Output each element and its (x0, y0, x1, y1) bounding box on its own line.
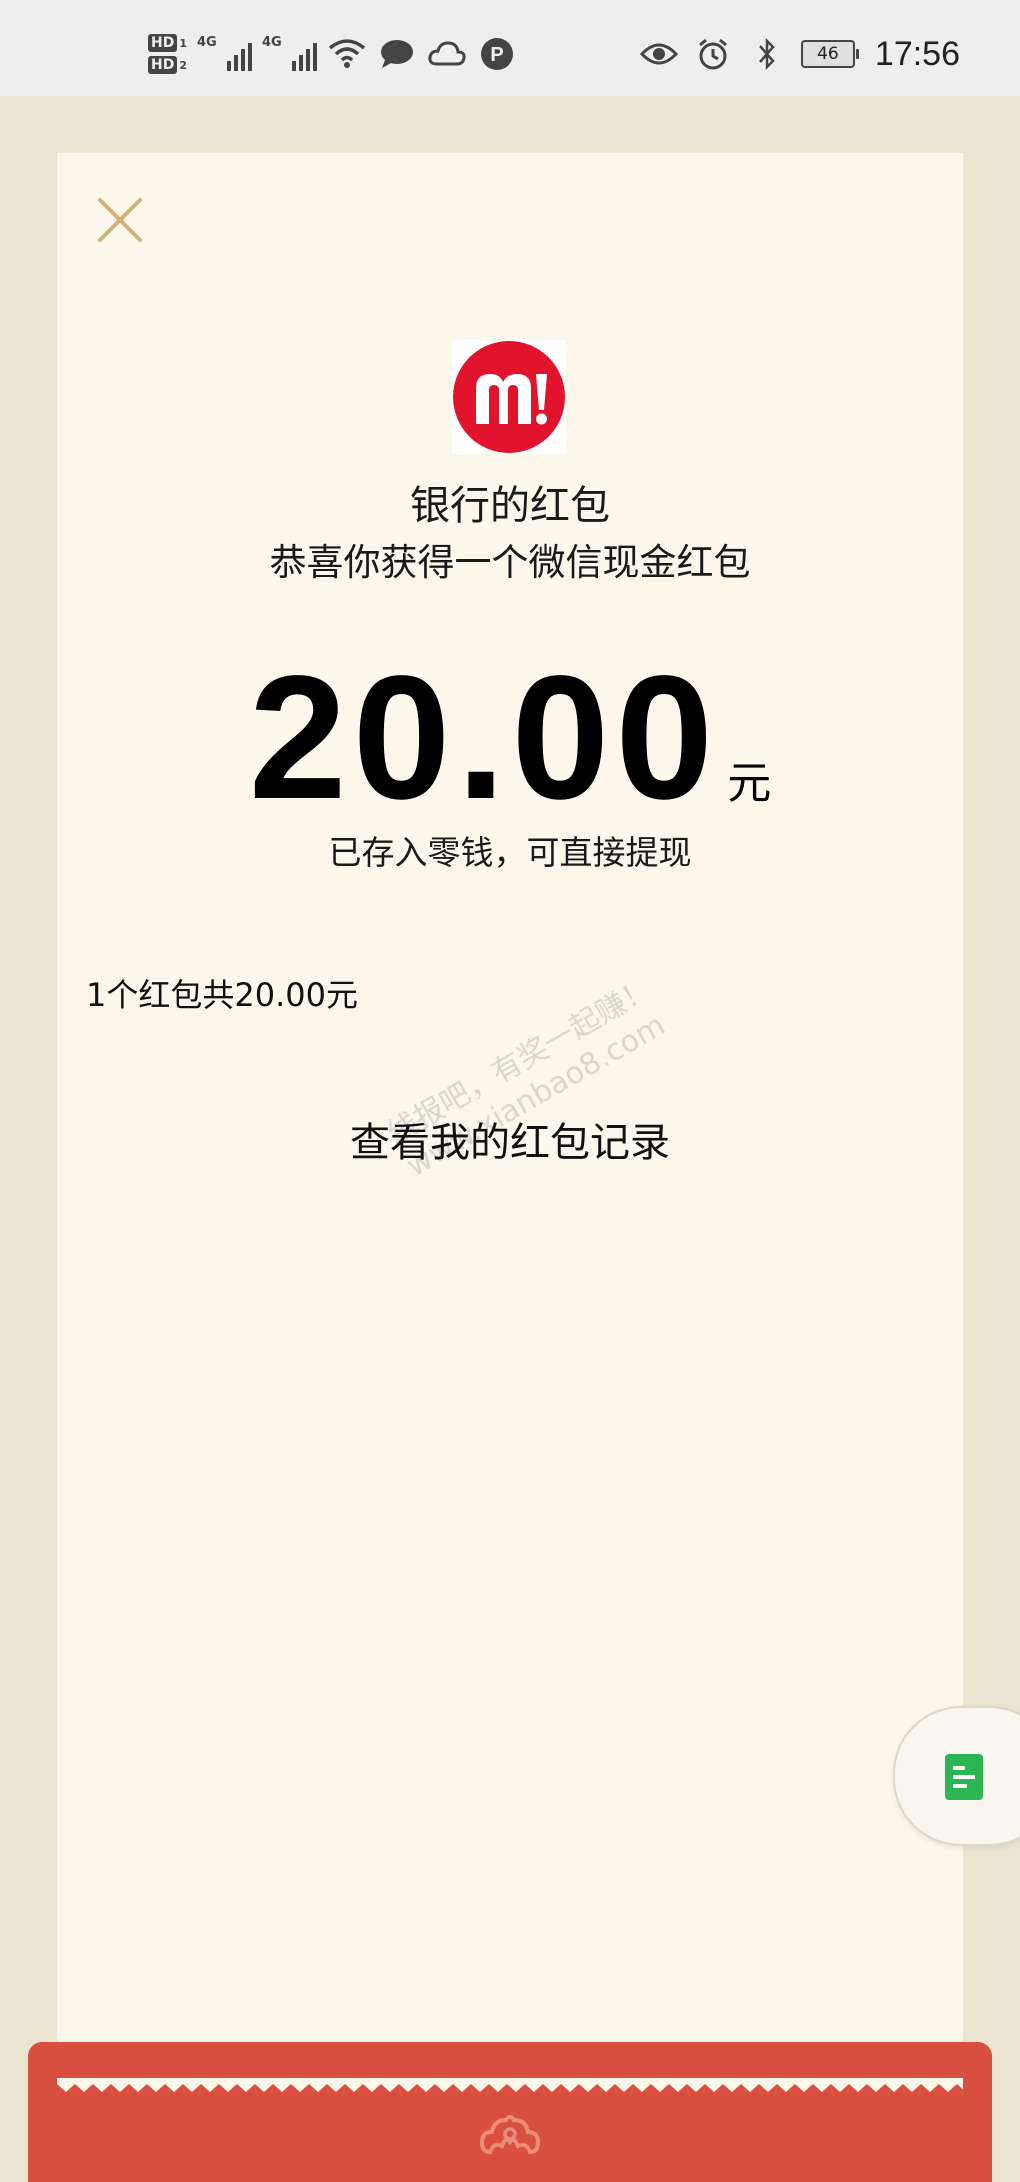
close-icon[interactable] (97, 197, 143, 243)
zigzag-edge (57, 2078, 963, 2092)
network-type: 4G (197, 35, 217, 50)
cloud-emblem-icon (479, 2112, 541, 2162)
hd-sub: 1 (179, 36, 187, 50)
cloud-icon (427, 34, 467, 74)
signal-icon: 4G (262, 35, 317, 71)
bluetooth-icon (747, 34, 787, 74)
packet-summary: 1个红包共20.00元 (86, 976, 358, 1014)
chat-bubble-icon (377, 34, 417, 74)
view-records-link[interactable]: 查看我的红包记录 (0, 1110, 1020, 1168)
amount-value: 20.00 (248, 640, 720, 836)
amount-display: 20.00 元 (0, 650, 1020, 826)
hd-indicators: HD 1 HD 2 (148, 34, 187, 74)
hd-indicator-2: HD 2 (148, 56, 187, 74)
signal-icon: 4G (197, 35, 252, 71)
clock: 17:56 (874, 34, 960, 73)
alarm-icon (693, 34, 733, 74)
hd-badge: HD (148, 56, 178, 74)
document-icon (945, 1754, 983, 1800)
greeting-text: 恭喜你获得一个微信现金红包 (269, 541, 751, 584)
amount-unit: 元 (727, 758, 772, 809)
bank-m-logo-icon (453, 341, 565, 453)
hd-badge: HD (148, 34, 178, 52)
network-type: 4G (262, 35, 282, 50)
saved-note: 已存入零钱，可直接提现 (328, 833, 692, 872)
status-bar: HD 1 HD 2 4G 4G P 46 17:56 (0, 0, 1020, 96)
hd-sub: 2 (179, 58, 187, 72)
status-bar-left: HD 1 HD 2 4G 4G P (148, 28, 517, 80)
wifi-icon (327, 34, 367, 74)
battery-icon: 46 (800, 40, 859, 68)
svg-text:P: P (490, 44, 503, 66)
p-badge-icon: P (477, 34, 517, 74)
hd-indicator-1: HD 1 (148, 34, 187, 52)
sender-name: 银行的红包 (410, 483, 610, 529)
floating-document-button[interactable] (893, 1706, 1020, 1846)
bank-logo (452, 340, 566, 454)
eye-icon (639, 34, 679, 74)
status-bar-right: 46 17:56 (639, 28, 960, 80)
battery-level: 46 (817, 44, 839, 64)
